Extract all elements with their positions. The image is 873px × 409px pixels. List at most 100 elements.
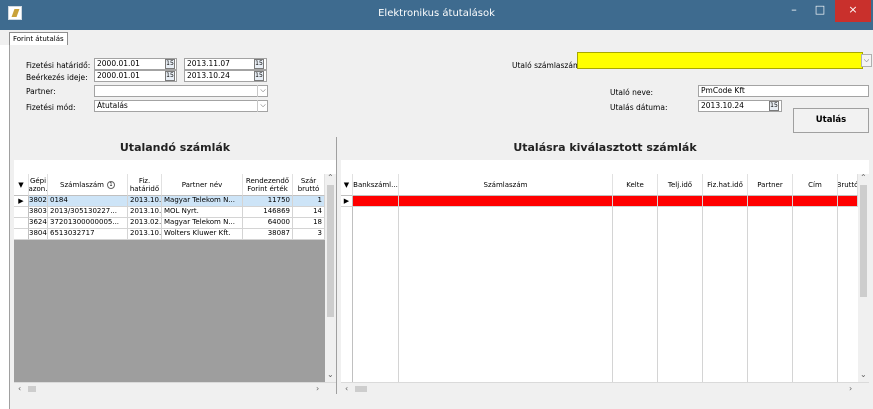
right-horizontal-scrollbar[interactable]: ‹ › bbox=[341, 382, 869, 394]
cell-gepi-azon[interactable]: 3803 bbox=[29, 207, 48, 218]
calendar-icon[interactable]: 15 bbox=[769, 101, 779, 111]
cell-partner-nev[interactable]: Wolters Kluwer Kft. bbox=[162, 229, 243, 240]
chevron-down-icon[interactable]: ⌵ bbox=[257, 85, 268, 97]
close-button[interactable]: × bbox=[835, 0, 871, 22]
calendar-icon[interactable]: 15 bbox=[254, 71, 264, 81]
col-header-kelte[interactable]: Kelte bbox=[613, 174, 658, 196]
col-header-gepi-azon[interactable]: Gépi azon. bbox=[29, 174, 48, 196]
minimize-button[interactable]: – bbox=[781, 0, 807, 22]
cell-szamlaszam[interactable] bbox=[399, 196, 613, 207]
right-vscroll-thumb[interactable] bbox=[860, 185, 867, 297]
col-header-bankszamla[interactable]: Bankszáml... bbox=[353, 174, 399, 196]
utalas-feladasa-button[interactable]: Utalás feladása bbox=[793, 108, 869, 148]
cell-szamlaszam[interactable]: 37201300000005... bbox=[48, 218, 128, 229]
scroll-left-icon[interactable]: ‹ bbox=[18, 384, 21, 393]
utalo-neve-field[interactable]: PmCode Kft bbox=[698, 85, 869, 97]
scroll-down-icon[interactable]: ⌄ bbox=[327, 370, 334, 379]
col-header-cim[interactable]: Cím bbox=[793, 174, 838, 196]
title-bar: Elektronikus átutalások – □ × bbox=[0, 0, 873, 30]
maximize-button[interactable]: □ bbox=[807, 0, 833, 22]
scroll-left-icon[interactable]: ‹ bbox=[345, 384, 348, 393]
cell-rendezendo[interactable]: 11750 bbox=[243, 196, 293, 207]
tab-forint-atutalas[interactable]: Forint átutalás bbox=[9, 32, 68, 45]
col-header-fiz-hatarido[interactable]: Fiz. határidő bbox=[128, 174, 162, 196]
col-header-szamlaszam[interactable]: Számlaszám 1 bbox=[48, 174, 128, 196]
scroll-up-icon[interactable]: ⌃ bbox=[327, 173, 334, 182]
left-vscroll-thumb[interactable] bbox=[327, 185, 334, 317]
partner-select[interactable] bbox=[94, 85, 268, 97]
cell-bankszamla[interactable] bbox=[353, 196, 399, 207]
cell-szamlaszam[interactable]: 0184 bbox=[48, 196, 128, 207]
cell-rendezendo[interactable]: 146869 bbox=[243, 207, 293, 218]
fiz-hatarido-label: Fizetési határidő: bbox=[26, 61, 91, 70]
window-title: Elektronikus átutalások bbox=[378, 8, 495, 19]
splitter[interactable] bbox=[336, 137, 341, 394]
chevron-down-icon[interactable]: ⌵ bbox=[861, 54, 872, 67]
col-header-brutto[interactable]: Szár bruttó bbox=[293, 174, 325, 196]
scroll-down-icon[interactable]: ⌄ bbox=[860, 370, 867, 379]
col-header-fiz-hat-ido[interactable]: Fiz.hat.idő bbox=[703, 174, 748, 196]
cell-fiz-hatarido[interactable]: 2013.10.... bbox=[128, 196, 162, 207]
right-hscroll-thumb[interactable] bbox=[355, 386, 367, 392]
utalo-szamlaszam-select[interactable] bbox=[577, 52, 863, 69]
row-header-column bbox=[341, 207, 353, 382]
cell-kelte[interactable] bbox=[613, 196, 658, 207]
table-row-new[interactable]: ▶ bbox=[341, 196, 858, 207]
cell-gepi-azon[interactable]: 3624 bbox=[29, 218, 48, 229]
cell-brutto[interactable]: 3 bbox=[293, 229, 325, 240]
cell-fiz-hatarido[interactable]: 2013.10.... bbox=[128, 229, 162, 240]
col-header-rendezendo[interactable]: Rendezendő Forint érték bbox=[243, 174, 293, 196]
cell-cim[interactable] bbox=[793, 196, 838, 207]
row-indicator-icon: ▶ bbox=[341, 196, 353, 207]
table-row[interactable]: 3624 37201300000005... 2013.02.... Magya… bbox=[14, 218, 325, 229]
cell-fiz-hatarido[interactable]: 2013.10.... bbox=[128, 207, 162, 218]
left-horizontal-scrollbar[interactable]: ‹ › bbox=[14, 382, 336, 394]
col-header-partner[interactable]: Partner bbox=[748, 174, 793, 196]
scroll-right-icon[interactable]: › bbox=[849, 384, 852, 393]
cell-partner-nev[interactable]: Magyar Telekom N... bbox=[162, 196, 243, 207]
col-header-szamlaszam-label: Számlaszám bbox=[60, 180, 104, 189]
row-indicator bbox=[14, 218, 29, 229]
calendar-icon[interactable]: 15 bbox=[254, 59, 264, 69]
table-row[interactable]: 3803 2013/305130227... 2013.10.... MOL N… bbox=[14, 207, 325, 218]
right-grid-title: Utalásra kiválasztott számlák bbox=[341, 137, 869, 161]
col-header-brutto[interactable]: Bruttó bbox=[838, 174, 858, 196]
calendar-icon[interactable]: 15 bbox=[165, 59, 175, 69]
cell-brutto[interactable]: 18 bbox=[293, 218, 325, 229]
left-hscroll-thumb[interactable] bbox=[28, 386, 36, 392]
left-grid-top-strip bbox=[14, 160, 336, 174]
cell-fiz-hat-ido[interactable] bbox=[703, 196, 748, 207]
row-indicator bbox=[14, 207, 29, 218]
cell-gepi-azon[interactable]: 3802 bbox=[29, 196, 48, 207]
cell-rendezendo[interactable]: 64000 bbox=[243, 218, 293, 229]
beerkezes-label: Beérkezés ideje: bbox=[26, 73, 88, 82]
cell-fiz-hatarido[interactable]: 2013.02.... bbox=[128, 218, 162, 229]
cell-brutto[interactable] bbox=[838, 196, 858, 207]
calendar-icon[interactable]: 15 bbox=[165, 71, 175, 81]
cell-gepi-azon[interactable]: 3804 bbox=[29, 229, 48, 240]
col-header-szamlaszam[interactable]: Számlaszám bbox=[399, 174, 613, 196]
scroll-right-icon[interactable]: › bbox=[316, 384, 319, 393]
col-header-telj-ido[interactable]: Telj.idő bbox=[658, 174, 703, 196]
cell-rendezendo[interactable]: 38087 bbox=[243, 229, 293, 240]
right-grid-header: Bankszáml... Számlaszám Kelte Telj.idő F… bbox=[341, 174, 869, 196]
cell-szamlaszam[interactable]: 6513032717 bbox=[48, 229, 128, 240]
row-indicator bbox=[14, 229, 29, 240]
cell-partner-nev[interactable]: MOL Nyrt. bbox=[162, 207, 243, 218]
table-row[interactable]: 3804 6513032717 2013.10.... Wolters Kluw… bbox=[14, 229, 325, 240]
utalo-neve-label: Utaló neve: bbox=[610, 88, 654, 97]
table-row[interactable]: ▶ 3802 0184 2013.10.... Magyar Telekom N… bbox=[14, 196, 325, 207]
left-vertical-scrollbar[interactable]: ⌃ ⌄ bbox=[325, 173, 336, 382]
cell-brutto[interactable]: 1 bbox=[293, 196, 325, 207]
cell-partner-nev[interactable]: Magyar Telekom N... bbox=[162, 218, 243, 229]
col-header-partner-nev[interactable]: Partner név bbox=[162, 174, 243, 196]
sort-badge: 1 bbox=[106, 180, 115, 189]
cell-szamlaszam[interactable]: 2013/305130227... bbox=[48, 207, 128, 218]
chevron-down-icon[interactable]: ⌵ bbox=[257, 100, 268, 112]
cell-partner[interactable] bbox=[748, 196, 793, 207]
cell-telj-ido[interactable] bbox=[658, 196, 703, 207]
right-vertical-scrollbar[interactable]: ⌃ ⌄ bbox=[858, 173, 869, 382]
cell-brutto[interactable]: 14 bbox=[293, 207, 325, 218]
scroll-up-icon[interactable]: ⌃ bbox=[860, 173, 867, 182]
fiz-mod-select[interactable]: Átutalás bbox=[94, 100, 268, 112]
